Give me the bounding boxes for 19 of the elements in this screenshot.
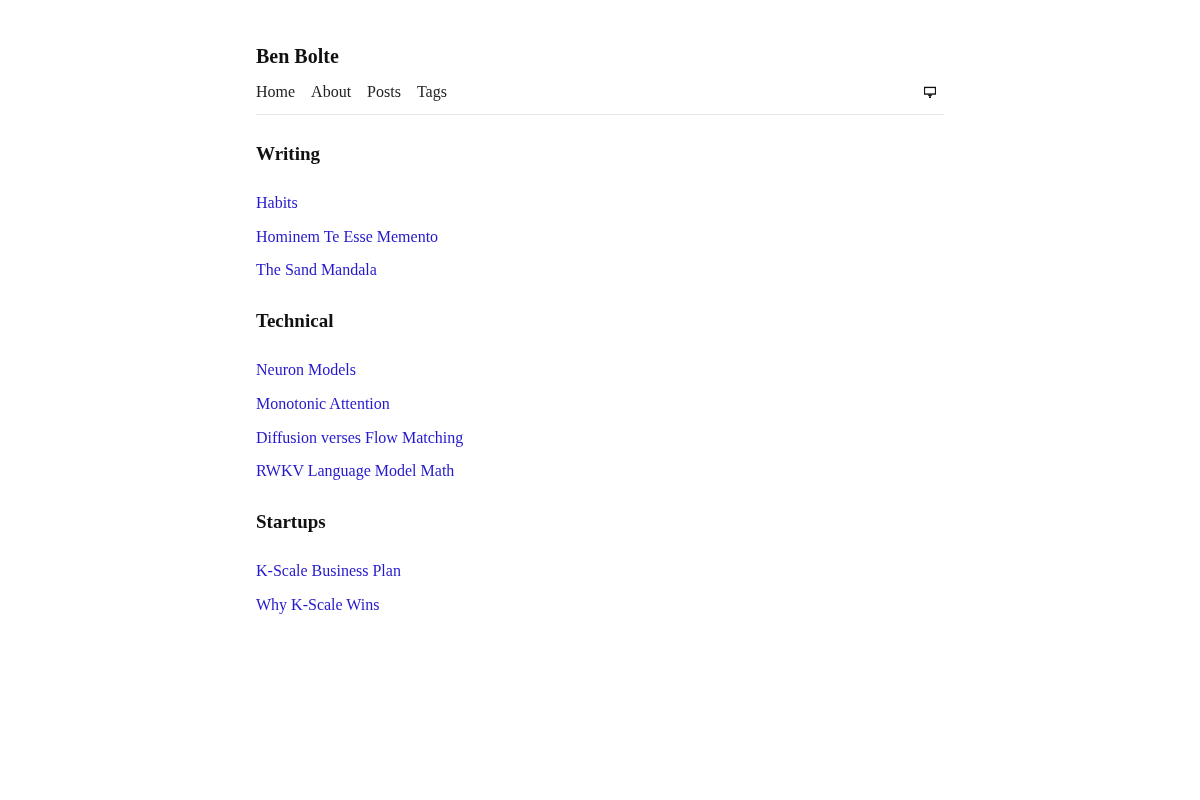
post-link[interactable]: Hominem Te Esse Memento — [256, 227, 439, 245]
section-heading: Writing — [256, 142, 322, 166]
post-link[interactable]: Monotonic Attention — [256, 395, 390, 413]
section-heading: Technical — [256, 309, 335, 334]
theme-toggle-button[interactable] — [924, 86, 936, 98]
post-link[interactable]: Neuron Models — [256, 361, 356, 379]
nav-link[interactable]: Tags — [416, 80, 447, 104]
post-link[interactable]: K-Scale Business Plan — [256, 562, 401, 580]
nav-link[interactable]: About — [311, 80, 352, 104]
post-link[interactable]: The Sand Mandala — [256, 261, 377, 279]
post-link[interactable]: Habits — [256, 194, 298, 211]
post-link[interactable]: Why K-Scale Wins — [256, 596, 380, 614]
section-heading: Startups — [256, 510, 327, 535]
nav-link[interactable]: Home — [256, 80, 296, 104]
monitor-icon — [924, 86, 936, 98]
post-link[interactable]: Diffusion verses Flow Matching — [256, 428, 464, 446]
nav-link[interactable]: Posts — [367, 80, 401, 104]
post-link[interactable]: RWKV Language Model Math — [256, 462, 455, 480]
site-title[interactable]: Ben Bolte — [256, 44, 339, 68]
